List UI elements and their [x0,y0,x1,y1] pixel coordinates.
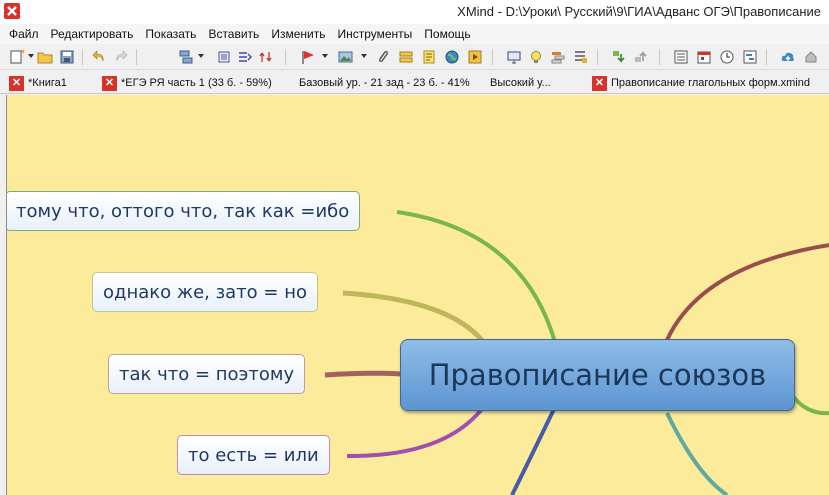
topic-label: тому что, оттого что, так как =ибо [16,200,350,222]
new-dropdown-icon[interactable] [28,54,34,58]
topic-label: так что = поэтому [119,363,295,385]
insert-topic-icon[interactable] [177,48,195,66]
xmind-logo-icon [4,3,20,19]
topic-prichina[interactable]: тому что, оттого что, так как =ибо [7,191,361,231]
topic-label: то есть = или [188,444,319,466]
branch-line-2 [342,290,487,346]
xmind-window: XMind - D:\Уроки\ Русский\9\ГИА\Адванс О… [0,0,829,495]
upload-cloud-icon[interactable] [779,48,797,66]
toolbar-separator [597,49,598,65]
toolbar-separator [136,49,137,65]
gantt-icon[interactable] [741,48,759,66]
audio-icon[interactable] [466,48,484,66]
tab-ege-part1[interactable]: ✕ *ЕГЭ РЯ часть 1 (33 б. - 59%) [102,72,272,94]
branch-line-8 [665,412,729,495]
title-bar: XMind - D:\Уроки\ Русский\9\ГИА\Адванс О… [0,0,829,24]
tab-close-icon[interactable]: ✕ [102,75,117,91]
tab-close-icon[interactable]: ✕ [9,75,24,91]
toolbar [0,44,829,70]
tab-label: Правописание глагольных форм.xmind [611,77,810,89]
menu-edit[interactable]: Редактировать [46,27,141,41]
toolbar-separator [492,49,493,65]
editor-tab-bar: ✕ *Книга1 ✕ *ЕГЭ РЯ часть 1 (33 б. - 59%… [0,70,829,94]
marker-flag-icon[interactable] [299,48,317,66]
drill-up-icon[interactable] [632,48,650,66]
branch-line-3 [324,370,403,378]
save-icon[interactable] [58,48,76,66]
hyperlink-globe-icon[interactable] [443,48,461,66]
menu-file[interactable]: Файл [4,27,46,41]
tab-label: *Книга1 [28,77,67,89]
share-icon[interactable] [802,48,820,66]
toolbar-separator [659,49,660,65]
branch-line-5 [510,406,557,495]
presentation-icon[interactable] [505,48,523,66]
boundary-icon[interactable] [258,48,276,66]
open-folder-icon[interactable] [36,48,54,66]
image-icon[interactable] [337,48,355,66]
label-icon[interactable] [397,48,415,66]
toolbar-separator [82,49,83,65]
topic-poyasnitelnye[interactable]: то есть = или [177,435,330,475]
lightbulb-icon[interactable] [527,48,545,66]
relationship-icon[interactable] [236,48,254,66]
tab-close-icon[interactable]: ✕ [592,75,607,91]
branch-line-4 [346,403,487,459]
tab-basic-level[interactable]: Базовый ур. - 21 зад - 23 б. - 41% [299,72,470,94]
tab-label: Высокий у... [490,77,551,89]
topic-protivitelnye[interactable]: однако же, зато = но [92,272,319,312]
notes-icon[interactable] [420,48,438,66]
tab-label: *ЕГЭ РЯ часть 1 (33 б. - 59%) [121,77,272,89]
topic-dropdown-icon[interactable] [198,54,204,58]
central-topic-label: Правописание союзов [428,358,767,392]
toolbar-separator [285,49,286,65]
tab-high-level[interactable]: Высокий у... [490,72,551,94]
menu-tools[interactable]: Инструменты [332,27,419,41]
new-icon[interactable] [8,48,26,66]
tab-kniga1[interactable]: ✕ *Книга1 [9,72,67,94]
mind-map-canvas[interactable]: тому что, оттого что, так как =ибо однак… [6,95,829,495]
marker-dropdown-icon[interactable] [322,54,328,58]
menu-insert[interactable]: Вставить [203,27,266,41]
window-title: XMind - D:\Уроки\ Русский\9\ГИА\Адванс О… [457,4,821,19]
insert-subtopic-icon[interactable] [215,48,233,66]
branch-line-6 [665,243,829,341]
menu-view[interactable]: Показать [140,27,203,41]
toolbar-separator [766,49,767,65]
menu-bar: Файл Редактировать Показать Вставить Изм… [0,24,829,44]
outline-icon[interactable] [672,48,690,66]
redo-icon[interactable] [112,48,130,66]
calendar-icon[interactable] [695,48,713,66]
topic-label: однако же, зато = но [103,281,308,303]
topic-sledstvie[interactable]: так что = поэтому [108,354,306,394]
central-topic[interactable]: Правописание союзов [400,339,795,411]
tab-verb-forms[interactable]: ✕ Правописание глагольных форм.xmind [592,72,810,94]
summary-icon[interactable] [549,48,567,66]
image-dropdown-icon[interactable] [361,54,367,58]
tab-label: Базовый ур. - 21 зад - 23 б. - 41% [299,77,470,89]
menu-help[interactable]: Помощь [419,27,477,41]
clock-icon[interactable] [718,48,736,66]
structure-icon[interactable] [571,48,589,66]
branch-line-1 [396,210,557,343]
drill-down-icon[interactable] [610,48,628,66]
attachment-icon[interactable] [374,48,392,66]
menu-modify[interactable]: Изменить [266,27,332,41]
undo-icon[interactable] [90,48,108,66]
branch-line-7 [790,393,829,416]
